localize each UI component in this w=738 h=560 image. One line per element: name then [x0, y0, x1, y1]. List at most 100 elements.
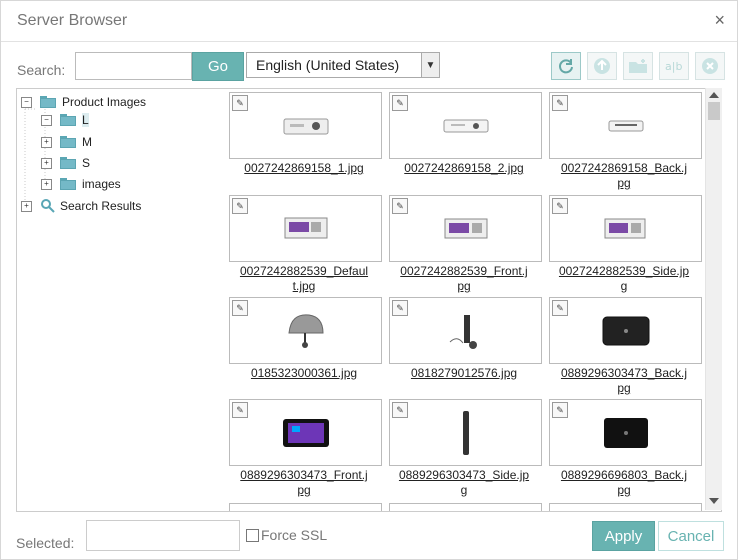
edit-icon[interactable]: ✎ [232, 300, 248, 316]
refresh-icon [559, 59, 573, 74]
file-thumbnail[interactable]: ✎ [229, 195, 382, 262]
close-icon[interactable]: × [714, 10, 725, 31]
search-results-label: Search Results [60, 199, 142, 213]
file-thumbnail[interactable]: ✎ [229, 399, 382, 466]
file-thumbnail[interactable] [549, 503, 702, 511]
file-name[interactable]: 0889296303473_Back.j pg [547, 366, 701, 396]
file-thumbnail[interactable] [389, 503, 542, 511]
file-name[interactable]: 0185323000361.jpg [227, 366, 381, 381]
upload-button[interactable] [587, 52, 617, 80]
file-thumbnail[interactable] [229, 503, 382, 511]
expand-icon[interactable]: + [41, 178, 52, 190]
file-name[interactable]: 0027242882539_Front.j pg [387, 264, 541, 294]
refresh-button[interactable] [551, 52, 581, 80]
edit-icon[interactable]: ✎ [232, 95, 248, 111]
file-thumbnail[interactable]: ✎ [389, 297, 542, 364]
tree-folder-m[interactable]: + M [41, 133, 92, 151]
file-name[interactable]: 0889296303473_Side.jp g [387, 468, 541, 498]
expand-icon[interactable]: + [41, 136, 52, 148]
scroll-up-icon[interactable] [709, 92, 719, 98]
tree-folder-l[interactable]: − L [41, 111, 89, 129]
file-thumbnail[interactable]: ✎ [389, 195, 542, 262]
edit-icon[interactable]: ✎ [552, 95, 568, 111]
battery-image [444, 218, 487, 238]
edit-icon[interactable]: ✎ [552, 198, 568, 214]
tablet-back-image [602, 316, 649, 345]
file-thumbnail[interactable]: ✎ [549, 399, 702, 466]
delete-icon [702, 58, 718, 74]
file-name[interactable]: 0889296696803_Back.j pg [547, 468, 701, 498]
dialog-title: Server Browser [17, 12, 128, 29]
battery-image [604, 218, 645, 238]
edit-icon[interactable]: ✎ [552, 402, 568, 418]
vertical-scrollbar[interactable] [705, 88, 722, 510]
battery-image [284, 217, 327, 238]
edit-icon[interactable]: ✎ [552, 300, 568, 316]
expand-icon[interactable]: + [21, 200, 32, 212]
collapse-icon[interactable]: − [41, 114, 52, 126]
new-folder-button[interactable] [623, 52, 653, 80]
file-name[interactable]: 0027242869158_Back.j pg [547, 161, 701, 191]
file-grid-panel: ✎ 0027242869158_1.jpg ✎ 0027242869158_2.… [224, 88, 722, 512]
edit-icon[interactable]: ✎ [392, 95, 408, 111]
selected-input[interactable] [86, 520, 240, 551]
tree-folder-label: M [82, 135, 92, 149]
chevron-down-icon: ▼ [421, 53, 439, 77]
file-thumbnail[interactable]: ✎ [229, 92, 382, 159]
file-name[interactable]: 0889296303473_Front.j pg [227, 468, 381, 498]
tree-root-row[interactable]: − Product Images [21, 93, 146, 111]
folder-icon [60, 114, 76, 126]
file-thumbnail[interactable]: ✎ [389, 399, 542, 466]
tree-folder-label: S [82, 156, 91, 170]
file-thumbnail[interactable]: ✎ [549, 92, 702, 159]
file-thumbnail[interactable]: ✎ [389, 92, 542, 159]
force-ssl-label: Force SSL [261, 527, 328, 543]
delete-button[interactable] [695, 52, 725, 80]
go-button[interactable]: Go [192, 52, 244, 81]
new-folder-icon [629, 59, 647, 73]
tree-search-results[interactable]: + Search Results [21, 197, 141, 215]
file-thumbnail[interactable]: ✎ [549, 297, 702, 364]
tablet-side-image [462, 410, 469, 455]
projector-image [283, 118, 328, 134]
edit-icon[interactable]: ✎ [232, 198, 248, 214]
edit-icon[interactable]: ✎ [392, 402, 408, 418]
file-name[interactable]: 0027242869158_1.jpg [227, 161, 381, 176]
scroll-thumb[interactable] [708, 102, 720, 120]
folder-icon [40, 96, 56, 108]
apply-button[interactable]: Apply [592, 521, 655, 551]
force-ssl-option[interactable]: Force SSL [246, 527, 327, 543]
tree-folder-s[interactable]: + S [41, 154, 90, 172]
cancel-button[interactable]: Cancel [658, 521, 724, 551]
rename-button[interactable]: a|b [659, 52, 689, 80]
file-thumbnail[interactable]: ✎ [549, 195, 702, 262]
file-name[interactable]: 0027242882539_Side.jp g [547, 264, 701, 294]
projector-image [443, 119, 488, 132]
edit-icon[interactable]: ✎ [232, 402, 248, 418]
tree-root-label: Product Images [62, 95, 147, 109]
folder-icon [60, 136, 76, 148]
folder-icon [60, 157, 76, 169]
selected-label: Selected: [16, 535, 75, 551]
language-select[interactable]: English (United States) ▼ [246, 52, 440, 78]
force-ssl-checkbox[interactable] [246, 528, 259, 542]
edit-icon[interactable]: ✎ [392, 198, 408, 214]
projector-back-image [608, 120, 643, 131]
file-name[interactable]: 0818279012576.jpg [387, 366, 541, 381]
collapse-icon[interactable]: − [21, 96, 32, 108]
file-name[interactable]: 0027242869158_2.jpg [387, 161, 541, 176]
tree-folder-label: L [82, 113, 89, 127]
edit-icon[interactable]: ✎ [392, 300, 408, 316]
scroll-down-icon[interactable] [709, 498, 719, 504]
expand-icon[interactable]: + [41, 157, 52, 169]
svg-text:a|b: a|b [665, 60, 682, 73]
file-thumbnail[interactable]: ✎ [229, 297, 382, 364]
rename-icon: a|b [665, 60, 682, 73]
folder-tree-panel: − Product Images − L + M + S + images + … [16, 88, 226, 512]
file-name[interactable]: 0027242882539_Defaul t.jpg [227, 264, 381, 294]
search-input[interactable] [75, 52, 192, 80]
tree-folder-images[interactable]: + images [41, 175, 121, 193]
language-value: English (United States) [256, 57, 400, 73]
search-label: Search: [17, 62, 66, 78]
title-bar: Server Browser × [1, 1, 737, 42]
